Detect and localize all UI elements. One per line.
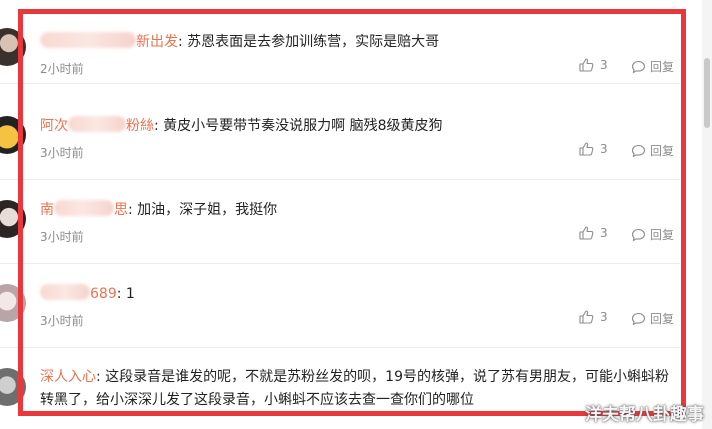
reply-button[interactable]: 回复 — [631, 226, 674, 243]
like-count: 3 — [600, 310, 608, 324]
comment-item: 新出发: 苏恩表面是去参加训练营，实际是赔大哥 2小时前 3 回复 — [0, 0, 680, 84]
comment-text: 1 — [125, 286, 135, 302]
avatar[interactable] — [0, 116, 26, 154]
thumbs-up-icon — [579, 58, 594, 72]
separator: : — [178, 34, 183, 50]
avatar[interactable] — [0, 368, 26, 406]
like-count: 3 — [600, 142, 608, 156]
reply-label: 回复 — [650, 312, 675, 326]
speech-bubble-icon — [631, 312, 646, 326]
username[interactable]: 689 — [40, 284, 117, 302]
like-count: 3 — [600, 226, 608, 240]
reply-button[interactable]: 回复 — [631, 58, 674, 75]
thumbs-up-icon — [579, 310, 594, 324]
like-button[interactable]: 3 — [579, 58, 608, 72]
comment-text-line: 深人入心: 这段录音是谁发的呢，不就是苏粉丝发的呗，19号的核弹，说了苏有男朋友… — [40, 366, 672, 412]
separator: : — [154, 118, 159, 134]
comment-text-line: 阿次 粉絲: 黄皮小号要带节奏没说服力啊 脑残8级黄皮狗 — [40, 114, 672, 138]
scrollbar[interactable] — [702, 0, 712, 429]
timestamp: 3小时前 — [40, 146, 84, 160]
redacted-username — [54, 200, 114, 216]
comment-text: 苏恩表面是去参加训练营，实际是赔大哥 — [187, 34, 440, 50]
comment-item: 南思: 加油，深子姐，我挺你 3小时前 3 回复 — [0, 180, 680, 264]
comment-item: 689: 1 3小时前 3 回复 — [0, 264, 680, 348]
like-count: 3 — [600, 58, 608, 72]
like-button[interactable]: 3 — [579, 142, 608, 156]
comment-text-line: 新出发: 苏恩表面是去参加训练营，实际是赔大哥 — [40, 30, 672, 54]
avatar[interactable] — [0, 28, 26, 66]
like-button[interactable]: 3 — [579, 310, 608, 324]
username[interactable]: 深人入心 — [40, 369, 96, 385]
comment-text-line: 689: 1 — [40, 282, 672, 306]
timestamp: 2小时前 — [40, 62, 84, 76]
comment-text-line: 南思: 加油，深子姐，我挺你 — [40, 198, 672, 222]
reply-label: 回复 — [650, 144, 675, 158]
reply-label: 回复 — [650, 60, 675, 74]
speech-bubble-icon — [631, 144, 646, 158]
reply-label: 回复 — [650, 228, 675, 242]
username[interactable]: 南思 — [40, 200, 128, 218]
username[interactable]: 新出发 — [40, 32, 178, 50]
watermark: 洋夫帮八卦趣事 — [585, 405, 704, 425]
comment-item: 深人入心: 这段录音是谁发的呢，不就是苏粉丝发的呗，19号的核弹，说了苏有男朋友… — [0, 360, 680, 429]
speech-bubble-icon — [631, 228, 646, 242]
avatar[interactable] — [0, 200, 26, 238]
speech-bubble-icon — [631, 60, 646, 74]
comment-list: 新出发: 苏恩表面是去参加训练营，实际是赔大哥 2小时前 3 回复 阿次 粉絲: … — [0, 0, 712, 429]
separator: : — [116, 286, 122, 302]
reply-button[interactable]: 回复 — [631, 310, 674, 327]
thumbs-up-icon — [579, 226, 594, 240]
comment-text: 加油，深子姐，我挺你 — [137, 202, 278, 218]
like-button[interactable]: 3 — [579, 226, 608, 240]
scrollbar-thumb[interactable] — [704, 58, 710, 128]
comment-item: 阿次 粉絲: 黄皮小号要带节奏没说服力啊 脑残8级黄皮狗 3小时前 3 回复 — [0, 96, 680, 180]
timestamp: 3小时前 — [40, 314, 84, 328]
username[interactable]: 阿次 粉絲 — [40, 116, 154, 134]
reply-button[interactable]: 回复 — [631, 142, 674, 159]
separator: : — [128, 202, 133, 218]
timestamp: 3小时前 — [40, 230, 84, 244]
comment-text: 黄皮小号要带节奏没说服力啊 脑残8级黄皮狗 — [163, 118, 443, 134]
separator: : — [96, 369, 101, 385]
comment-text: 这段录音是谁发的呢，不就是苏粉丝发的呗，19号的核弹，说了苏有男朋友，可能小蝌蚪… — [40, 369, 669, 408]
redacted-username — [40, 284, 90, 300]
thumbs-up-icon — [579, 142, 594, 156]
redacted-username — [68, 116, 126, 132]
redacted-username — [40, 32, 136, 48]
avatar[interactable] — [0, 284, 26, 322]
